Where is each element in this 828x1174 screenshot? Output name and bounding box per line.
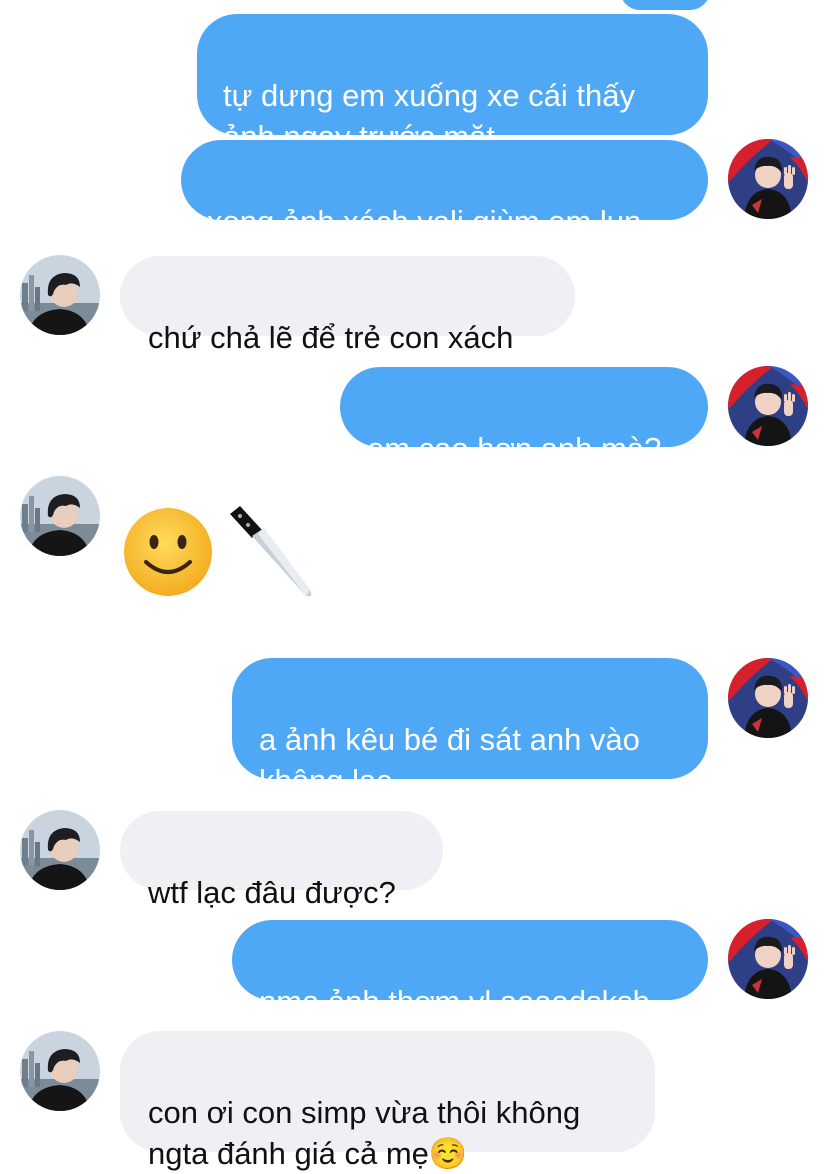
message-bubble-sent[interactable]: tự dưng em xuống xe cái thấy ảnh ngay tr… [197, 14, 708, 154]
my-avatar[interactable] [728, 139, 808, 219]
message-text: em cao hơn anh mà? [367, 431, 662, 466]
message-bubble-sent[interactable]: em cao hơn anh mà? [340, 367, 708, 466]
message-text: con ơi con simp vừa thôi không ngta đánh… [148, 1095, 581, 1171]
contact-avatar[interactable] [20, 1031, 100, 1111]
message-text: a ảnh kêu bé đi sát anh vào không lạc [259, 722, 640, 798]
my-avatar[interactable] [728, 658, 808, 738]
top-clipped-bubble [620, 0, 710, 10]
my-avatar[interactable] [728, 919, 808, 999]
message-bubble-received[interactable]: con ơi con simp vừa thôi không ngta đánh… [120, 1031, 655, 1171]
message-bubble-sent[interactable]: xong ảnh xách vali giùm em lun [181, 140, 708, 239]
message-bubble-received[interactable]: wtf lạc đâu được? [120, 811, 443, 910]
message-text: xong ảnh xách vali giùm em lun [207, 204, 642, 239]
slightly-smiling-face-icon [124, 508, 212, 596]
kitchen-knife-icon [230, 506, 312, 597]
message-bubble-sent[interactable]: nma ảnh thơm vl aaaadsksh [232, 920, 708, 1019]
message-bubble-sent[interactable]: a ảnh kêu bé đi sát anh vào không lạc [232, 658, 708, 798]
contact-avatar[interactable] [20, 255, 100, 335]
message-text: chứ chả lẽ để trẻ con xách [148, 320, 514, 355]
message-text: wtf lạc đâu được? [148, 875, 396, 910]
contact-avatar[interactable] [20, 476, 100, 556]
emoji-message[interactable] [122, 500, 322, 605]
message-bubble-received[interactable]: chứ chả lẽ để trẻ con xách [120, 256, 575, 355]
message-text: nma ảnh thơm vl aaaadsksh [259, 984, 650, 1019]
my-avatar[interactable] [728, 366, 808, 446]
contact-avatar[interactable] [20, 810, 100, 890]
